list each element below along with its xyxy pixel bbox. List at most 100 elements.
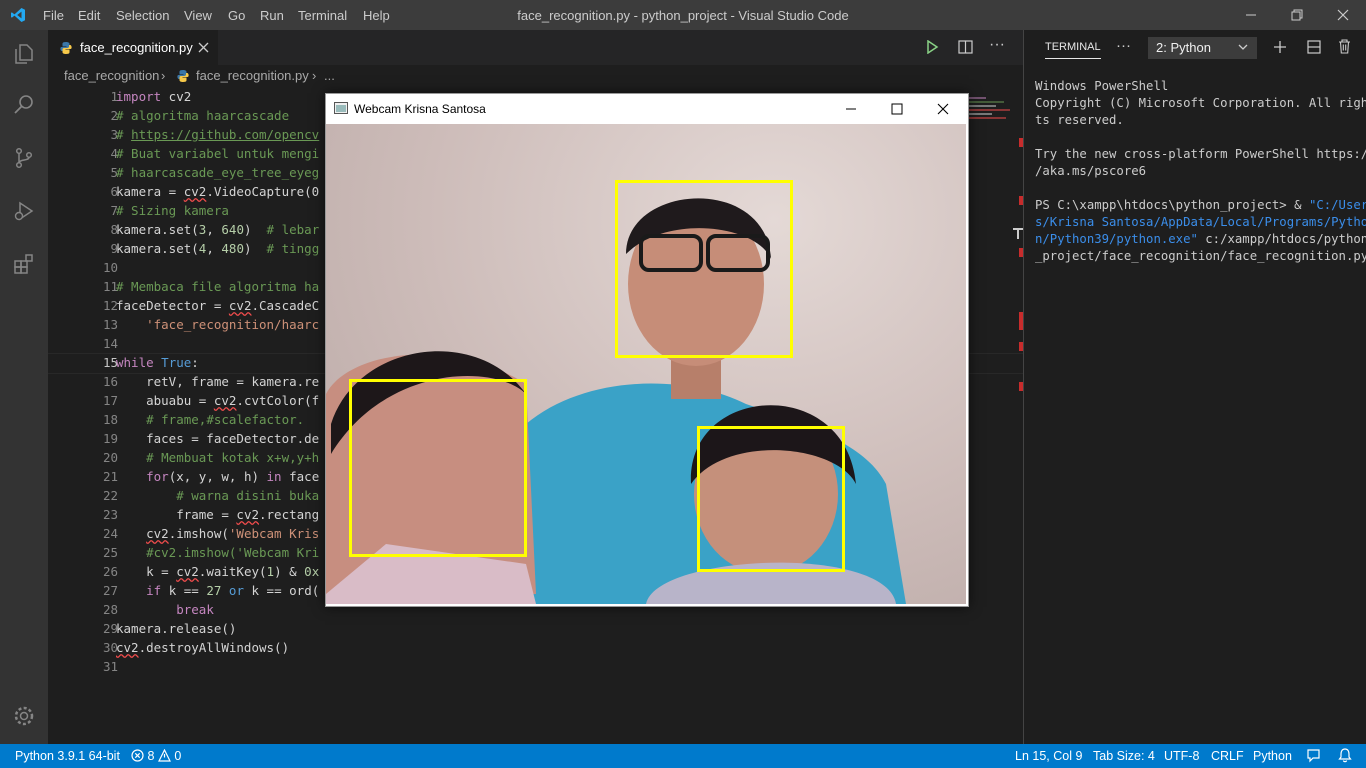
code-line: # algoritma haarcascade — [116, 108, 290, 123]
terminal-panel — [1024, 30, 1366, 744]
menu-go[interactable]: Go — [228, 0, 245, 30]
webcam-close-button[interactable] — [920, 94, 966, 124]
tab-face-recognition[interactable]: face_recognition.py — [48, 30, 218, 65]
code-line: while True: — [116, 355, 199, 370]
menu-help[interactable]: Help — [363, 0, 390, 30]
line-number: 2 — [110, 108, 118, 123]
vscode-logo-icon — [11, 8, 25, 22]
terminal-more-button[interactable]: ··· — [1116, 37, 1131, 54]
line-number: 21 — [102, 469, 118, 484]
close-button[interactable] — [1320, 0, 1366, 30]
terminal-line: Try the new cross-platform PowerShell ht… — [1035, 147, 1366, 161]
chevron-right-icon: › — [161, 68, 166, 83]
feedback-icon[interactable] — [1306, 749, 1321, 763]
code-line: # Sizing kamera — [116, 203, 229, 218]
menu-run[interactable]: Run — [260, 0, 284, 30]
status-bar: Python 3.9.1 64-bit 8 0 Ln 15, Col 9 Tab… — [0, 744, 1366, 768]
code-line: kamera.release() — [116, 621, 237, 636]
breadcrumb-folder[interactable]: face_recognition — [64, 68, 159, 83]
line-number: 10 — [102, 260, 118, 275]
breadcrumb-more[interactable]: ... — [324, 68, 335, 83]
line-number: 25 — [102, 545, 118, 560]
terminal-command-line: PS C:\xampp\htdocs\python_project> & "C:… — [1035, 197, 1366, 214]
terminal-arg: _project/face_recognition/face_recogniti… — [1035, 249, 1366, 263]
webcam-title-bar[interactable]: Webcam Krisna Santosa — [326, 94, 966, 124]
code-line: frame = cv2.rectang — [116, 507, 320, 522]
search-button[interactable] — [0, 80, 48, 128]
line-number: 23 — [102, 507, 118, 522]
menu-view[interactable]: View — [184, 0, 212, 30]
terminal-select[interactable]: 2: Python — [1148, 37, 1257, 59]
restore-icon — [1291, 9, 1303, 21]
chevron-down-icon — [1238, 44, 1248, 50]
gear-icon — [14, 706, 34, 726]
run-debug-button[interactable] — [0, 187, 48, 235]
source-control-button[interactable] — [0, 134, 48, 182]
manage-button[interactable] — [0, 692, 48, 740]
breadcrumb: face_recognition › face_recognition.py ›… — [48, 65, 1023, 87]
encoding[interactable]: UTF-8 — [1164, 744, 1199, 768]
code-line: break — [176, 602, 214, 617]
webcam-window[interactable]: Webcam Krisna Santosa — [325, 93, 969, 607]
run-python-file-button[interactable] — [925, 39, 939, 57]
webcam-title: Webcam Krisna Santosa — [354, 102, 486, 116]
line-number: 28 — [102, 602, 118, 617]
more-actions-button[interactable]: ··· — [989, 36, 1005, 54]
new-terminal-icon[interactable] — [1273, 40, 1287, 54]
files-icon — [15, 44, 33, 64]
play-icon — [927, 39, 939, 55]
chevron-right-icon: › — [312, 68, 317, 83]
code-line: retV, frame = kamera.re — [116, 374, 320, 389]
extensions-button[interactable] — [0, 240, 48, 288]
line-number: 3 — [110, 127, 118, 142]
code-line: abuabu = cv2.cvtColor(f — [116, 393, 320, 408]
explorer-button[interactable] — [0, 30, 48, 78]
code-line: for(x, y, w, h) in face — [146, 469, 320, 484]
line-number: 29 — [102, 621, 118, 636]
code-line: cv2.destroyAllWindows() — [116, 640, 290, 655]
close-tab-icon[interactable] — [198, 42, 209, 53]
terminal-select-value: 2: Python — [1156, 40, 1211, 55]
breadcrumb-file[interactable]: face_recognition.py — [196, 68, 309, 83]
error-icon — [131, 749, 144, 762]
line-number: 24 — [102, 526, 118, 541]
code-line: if k == 27 or k == ord( — [146, 583, 320, 598]
problems-indicator[interactable]: 8 0 — [131, 744, 181, 768]
python-file-icon — [177, 70, 189, 82]
minimize-button[interactable] — [1228, 0, 1274, 30]
code-line: # Buat variabel untuk mengi — [116, 146, 320, 161]
menu-selection[interactable]: Selection — [116, 0, 169, 30]
terminal-tab[interactable]: TERMINAL — [1045, 41, 1101, 59]
face-box-2 — [349, 379, 527, 557]
split-editor-button[interactable] — [958, 40, 973, 57]
menu-file[interactable]: File — [43, 0, 64, 30]
restore-button[interactable] — [1274, 0, 1320, 30]
tab-size[interactable]: Tab Size: 4 — [1093, 744, 1155, 768]
webcam-maximize-button[interactable] — [874, 94, 920, 124]
menu-terminal[interactable]: Terminal — [298, 0, 347, 30]
terminal-exe-path: s/Krisna Santosa/AppData/Local/Programs/… — [1035, 215, 1366, 229]
bell-icon[interactable] — [1338, 748, 1352, 763]
code-line: cv2.imshow('Webcam Kris — [146, 526, 320, 541]
line-ending[interactable]: CRLF — [1211, 744, 1244, 768]
language-mode[interactable]: Python — [1253, 744, 1292, 768]
code-line: faceDetector = cv2.CascadeC — [116, 298, 320, 313]
minimize-icon — [846, 108, 856, 110]
split-terminal-icon[interactable] — [1307, 40, 1321, 54]
cursor-position[interactable]: Ln 15, Col 9 — [1015, 744, 1082, 768]
line-number: 9 — [110, 241, 118, 256]
line-number: 5 — [110, 165, 118, 180]
webcam-minimize-button[interactable] — [828, 94, 874, 124]
menu-edit[interactable]: Edit — [78, 0, 100, 30]
minimap[interactable] — [966, 95, 1014, 155]
terminal-command-line: n/Python39/python.exe" c:/xampp/htdocs/p… — [1035, 231, 1366, 248]
code-line: k = cv2.waitKey(1) & 0x — [116, 564, 320, 579]
python-interpreter[interactable]: Python 3.9.1 64-bit — [15, 744, 120, 768]
trash-icon[interactable] — [1338, 39, 1351, 54]
line-number: 30 — [102, 640, 118, 655]
close-icon — [937, 103, 949, 115]
terminal-line: /aka.ms/pscore6 — [1035, 164, 1147, 178]
close-icon — [1337, 9, 1349, 21]
line-number: 8 — [110, 222, 118, 237]
line-number: 19 — [102, 431, 118, 446]
